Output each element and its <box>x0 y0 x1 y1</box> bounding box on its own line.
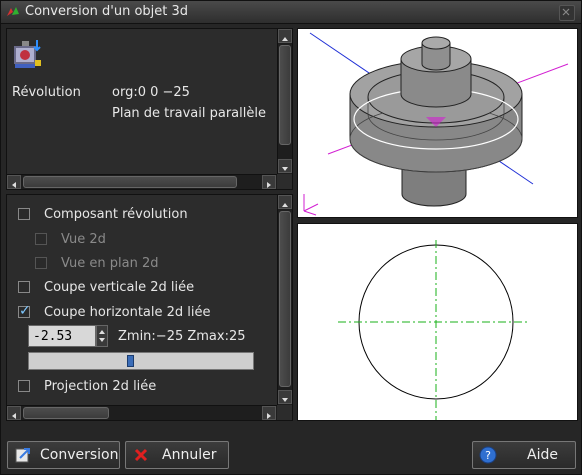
app-icon <box>7 7 19 16</box>
scroll-up-button[interactable] <box>278 195 292 209</box>
scroll-thumb[interactable] <box>23 407 109 419</box>
projection-checkbox[interactable]: Projection 2d liée <box>18 376 156 396</box>
conversion-button[interactable]: Conversion <box>7 441 120 469</box>
checkbox-label: Coupe verticale 2d liée <box>44 279 195 295</box>
scroll-thumb[interactable] <box>279 45 291 145</box>
title-bar: Conversion d'un objet 3d <box>1 1 581 24</box>
svg-text:?: ? <box>485 449 491 462</box>
button-label: Aide <box>527 447 558 463</box>
checkbox-label: Vue en plan 2d <box>61 255 159 271</box>
3d-revolution-render <box>303 32 569 216</box>
checkbox-box[interactable] <box>18 208 30 220</box>
conversion-icon <box>15 448 30 463</box>
object-type-label: Révolution <box>12 85 81 100</box>
scroll-right-button[interactable] <box>262 406 276 420</box>
scroll-left-button[interactable] <box>7 406 21 420</box>
scroll-left-button[interactable] <box>7 175 21 189</box>
composant-revolution-checkbox[interactable]: Composant révolution <box>18 204 188 224</box>
z-range-label: Zmin:−25 Zmax:25 <box>118 329 246 344</box>
arrow-down-icon <box>282 167 288 171</box>
button-label: Annuler <box>162 447 217 463</box>
cut-height-spinner[interactable] <box>96 325 108 347</box>
3d-view[interactable] <box>297 28 578 218</box>
window-title: Conversion d'un objet 3d <box>25 4 189 19</box>
checkbox-box-checked[interactable] <box>18 303 31 319</box>
arrow-left-icon <box>12 413 16 419</box>
scroll-down-button[interactable] <box>278 390 292 404</box>
scroll-up-button[interactable] <box>278 29 292 43</box>
options-horizontal-scrollbar[interactable] <box>7 405 277 420</box>
coupe-horizontale-checkbox[interactable]: Coupe horizontale 2d liée <box>18 302 211 322</box>
cancel-icon <box>134 448 148 462</box>
checkbox-label: Composant révolution <box>44 206 188 222</box>
spin-arrows-icon <box>99 330 105 342</box>
2d-section-render <box>338 240 530 420</box>
info-vertical-scrollbar[interactable] <box>277 29 292 174</box>
annuler-button[interactable]: Annuler <box>125 441 229 469</box>
checkbox-box[interactable] <box>18 281 30 293</box>
vue-en-plan-2d-checkbox: Vue en plan 2d <box>35 253 158 273</box>
checkbox-box[interactable] <box>18 380 30 392</box>
origin-label: org:0 0 −25 <box>112 85 190 100</box>
plane-label: Plan de travail parallèle <box>112 106 266 121</box>
info-panel: Révolution org:0 0 −25 Plan de travail p… <box>6 28 293 190</box>
options-vertical-scrollbar[interactable] <box>277 195 292 405</box>
cut-height-slider[interactable] <box>28 352 254 370</box>
button-label: Conversion <box>40 447 119 463</box>
checkbox-label: Projection 2d liée <box>44 378 157 394</box>
arrow-right-icon <box>267 413 271 419</box>
close-icon <box>562 8 570 16</box>
checkbox-box <box>35 233 47 245</box>
scroll-right-button[interactable] <box>262 175 276 189</box>
revolution-object-icon <box>14 40 41 68</box>
arrow-left-icon <box>12 182 16 188</box>
cut-height-input[interactable] <box>28 325 96 347</box>
info-horizontal-scrollbar[interactable] <box>7 174 277 189</box>
close-button[interactable] <box>559 5 575 21</box>
checkbox-label: Vue 2d <box>61 231 106 247</box>
arrow-up-icon <box>282 203 288 207</box>
2d-section-view[interactable] <box>297 223 578 421</box>
arrow-right-icon <box>267 182 271 188</box>
arrow-up-icon <box>282 37 288 41</box>
aide-button[interactable]: ? Aide <box>472 441 576 469</box>
checkbox-box <box>35 257 47 269</box>
vue-2d-checkbox: Vue 2d <box>35 229 106 249</box>
dialog-window: Conversion d'un objet 3d Révolution org:… <box>0 0 582 475</box>
coupe-verticale-checkbox[interactable]: Coupe verticale 2d liée <box>18 277 194 297</box>
help-icon: ? <box>479 446 497 464</box>
checkbox-label: Coupe horizontale 2d liée <box>44 304 211 320</box>
scroll-thumb[interactable] <box>23 176 237 188</box>
arrow-down-icon <box>282 398 288 402</box>
scroll-down-button[interactable] <box>278 159 292 173</box>
slider-thumb[interactable] <box>127 355 134 367</box>
scroll-thumb[interactable] <box>279 211 291 387</box>
